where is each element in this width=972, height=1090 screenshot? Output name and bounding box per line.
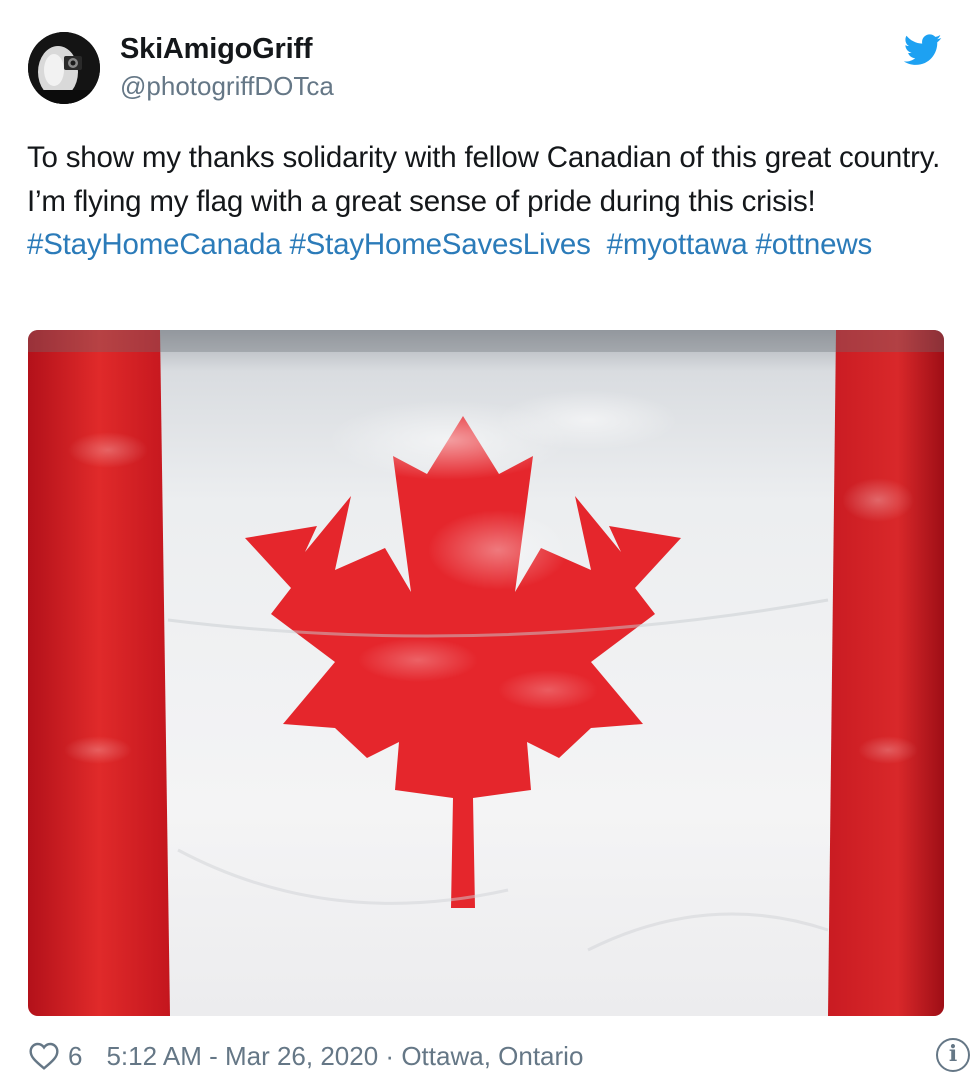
tweet-body-text: To show my thanks solidarity with fellow…	[27, 141, 941, 218]
tweet-metadata: 5:12 AM - Mar 26, 2020 · Ottawa, Ontario	[106, 1041, 583, 1072]
author-display-name[interactable]: SkiAmigoGriff	[120, 32, 313, 66]
meta-separator: ·	[385, 1040, 395, 1071]
hashtag-link[interactable]: #StayHomeSavesLives	[289, 228, 590, 261]
canadian-flag-photo-icon	[28, 330, 944, 1016]
info-icon[interactable]: i	[936, 1038, 970, 1072]
hashtag-link[interactable]: #ottnews	[756, 228, 873, 261]
author-avatar[interactable]	[28, 32, 100, 104]
tweet-footer: 6 5:12 AM - Mar 26, 2020 · Ottawa, Ontar…	[28, 1036, 944, 1076]
hashtag-link[interactable]: #StayHomeCanada	[27, 228, 282, 261]
tweet-timestamp[interactable]: 5:12 AM - Mar 26, 2020	[106, 1041, 378, 1071]
tweet-location[interactable]: Ottawa, Ontario	[401, 1041, 583, 1071]
tweet-text: To show my thanks solidarity with fellow…	[27, 136, 947, 267]
tweet-card: SkiAmigoGriff @photogriffDOTca To show m…	[0, 0, 972, 1090]
hashtag-link[interactable]: #myottawa	[607, 228, 748, 261]
avatar-photo-icon	[28, 32, 100, 104]
author-handle[interactable]: @photogriffDOTca	[120, 70, 334, 102]
tweet-media[interactable]	[28, 330, 944, 1016]
twitter-bird-icon[interactable]	[904, 34, 942, 66]
like-count: 6	[68, 1040, 83, 1071]
heart-icon[interactable]	[28, 1040, 60, 1072]
